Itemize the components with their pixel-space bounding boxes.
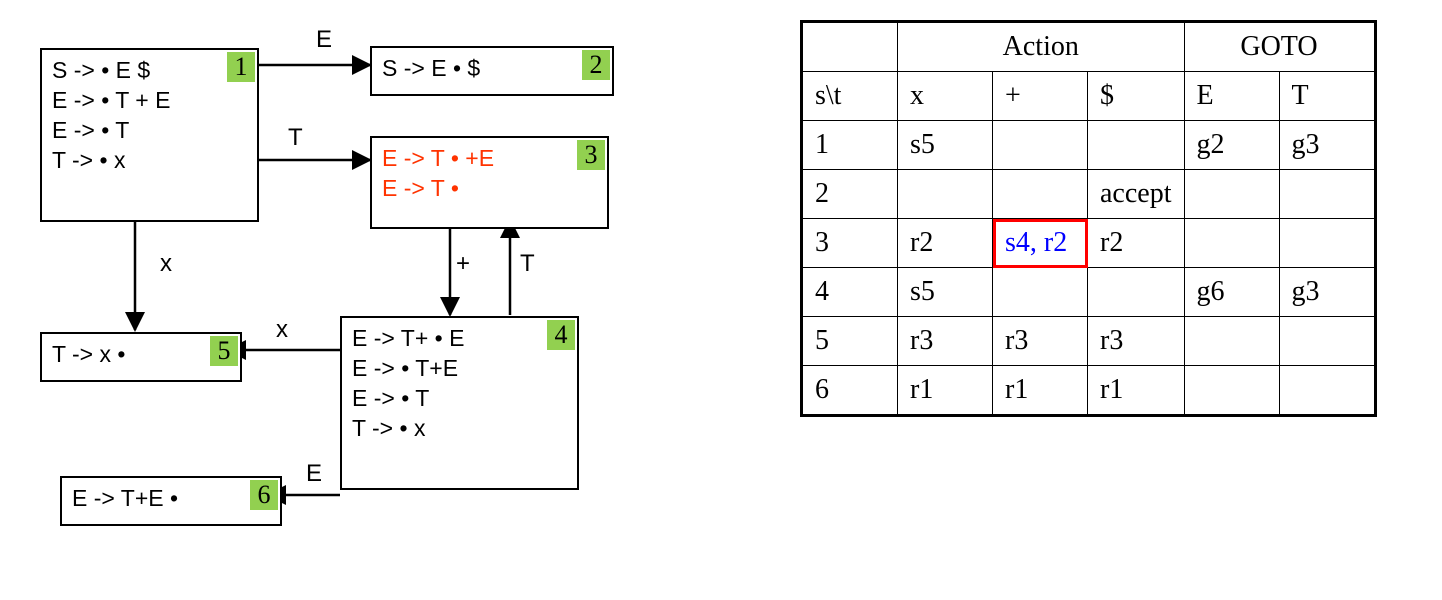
parse-table-col-dollar: $ (1088, 72, 1185, 121)
state-6-badge: 6 (250, 480, 278, 510)
state-1-item-3: T -> • x (52, 146, 247, 176)
row-6-state: 6 (802, 366, 898, 416)
state-5: T -> x • 5 (40, 332, 242, 382)
state-6: E -> T+E • 6 (60, 476, 282, 526)
state-2: S -> E • $ 2 (370, 46, 614, 96)
edge-label-T-1-3: T (288, 124, 303, 152)
row-2-plus (993, 170, 1088, 219)
row-4-dollar (1088, 268, 1185, 317)
row-3-plus-conflict: s4, r2 (993, 219, 1088, 268)
row-4-E: g6 (1184, 268, 1279, 317)
row-1-E: g2 (1184, 121, 1279, 170)
state-1-badge: 1 (227, 52, 255, 82)
row-5-dollar: r3 (1088, 317, 1185, 366)
row-1-x: s5 (898, 121, 993, 170)
edge-label-x-1-5: x (160, 250, 172, 278)
row-3-x: r2 (898, 219, 993, 268)
state-4-badge: 4 (547, 320, 575, 350)
row-3-E (1184, 219, 1279, 268)
row-6-E (1184, 366, 1279, 416)
row-4-state: 4 (802, 268, 898, 317)
state-5-badge: 5 (210, 336, 238, 366)
lr-state-diagram: E T x x + T E S -> • E $ E -> • T + E E … (20, 20, 680, 580)
table-row: 5 r3 r3 r3 (802, 317, 1376, 366)
state-3-item-1: E -> T • (382, 174, 597, 204)
row-1-state: 1 (802, 121, 898, 170)
state-1-item-2: E -> • T (52, 116, 247, 146)
state-6-item-0: E -> T+E • (72, 484, 270, 514)
row-4-plus (993, 268, 1088, 317)
row-1-dollar (1088, 121, 1185, 170)
state-3-badge: 3 (577, 140, 605, 170)
table-row: 6 r1 r1 r1 (802, 366, 1376, 416)
state-5-item-0: T -> x • (52, 340, 230, 370)
row-5-state: 5 (802, 317, 898, 366)
state-3: E -> T • +E E -> T • 3 (370, 136, 609, 229)
table-row: 4 s5 g6 g3 (802, 268, 1376, 317)
edge-label-plus-3-4: + (456, 250, 470, 278)
edge-label-E-1-2: E (316, 26, 332, 54)
row-6-plus: r1 (993, 366, 1088, 416)
row-4-x: s5 (898, 268, 993, 317)
row-2-E (1184, 170, 1279, 219)
state-4-item-3: T -> • x (352, 414, 567, 444)
row-4-T: g3 (1279, 268, 1375, 317)
row-3-state: 3 (802, 219, 898, 268)
row-6-T (1279, 366, 1375, 416)
state-1-item-0: S -> • E $ (52, 56, 247, 86)
row-6-dollar: r1 (1088, 366, 1185, 416)
edge-label-x-4-5: x (276, 316, 288, 344)
table-row: 3 r2 s4, r2 r2 (802, 219, 1376, 268)
row-6-x: r1 (898, 366, 993, 416)
state-4-item-2: E -> • T (352, 384, 567, 414)
row-2-state: 2 (802, 170, 898, 219)
edge-label-E-4-6: E (306, 460, 322, 488)
parse-table: Action GOTO s\t x + $ E T 1 s5 g2 g3 2 a… (800, 20, 1377, 417)
state-4-item-1: E -> • T+E (352, 354, 567, 384)
parse-table-col-T: T (1279, 72, 1375, 121)
state-3-item-0: E -> T • +E (382, 144, 597, 174)
state-4-item-0: E -> T+ • E (352, 324, 567, 354)
parse-table-col-E: E (1184, 72, 1279, 121)
state-4: E -> T+ • E E -> • T+E E -> • T T -> • x… (340, 316, 579, 490)
parse-table-col-x: x (898, 72, 993, 121)
edge-label-T-4-3: T (520, 250, 535, 278)
parse-table-header-goto: GOTO (1184, 22, 1375, 72)
row-3-T (1279, 219, 1375, 268)
state-1: S -> • E $ E -> • T + E E -> • T T -> • … (40, 48, 259, 222)
row-1-plus (993, 121, 1088, 170)
parse-table-col-plus: + (993, 72, 1088, 121)
table-row: 2 accept (802, 170, 1376, 219)
row-5-E (1184, 317, 1279, 366)
parse-table-header-action: Action (898, 22, 1185, 72)
state-2-badge: 2 (582, 50, 610, 80)
state-1-item-1: E -> • T + E (52, 86, 247, 116)
parse-table-corner-blank (802, 22, 898, 72)
row-3-dollar: r2 (1088, 219, 1185, 268)
table-row: 1 s5 g2 g3 (802, 121, 1376, 170)
row-2-T (1279, 170, 1375, 219)
parse-table-corner: s\t (802, 72, 898, 121)
row-2-dollar: accept (1088, 170, 1185, 219)
row-5-T (1279, 317, 1375, 366)
row-2-x (898, 170, 993, 219)
row-5-x: r3 (898, 317, 993, 366)
row-5-plus: r3 (993, 317, 1088, 366)
row-1-T: g3 (1279, 121, 1375, 170)
state-2-item-0: S -> E • $ (382, 54, 602, 84)
